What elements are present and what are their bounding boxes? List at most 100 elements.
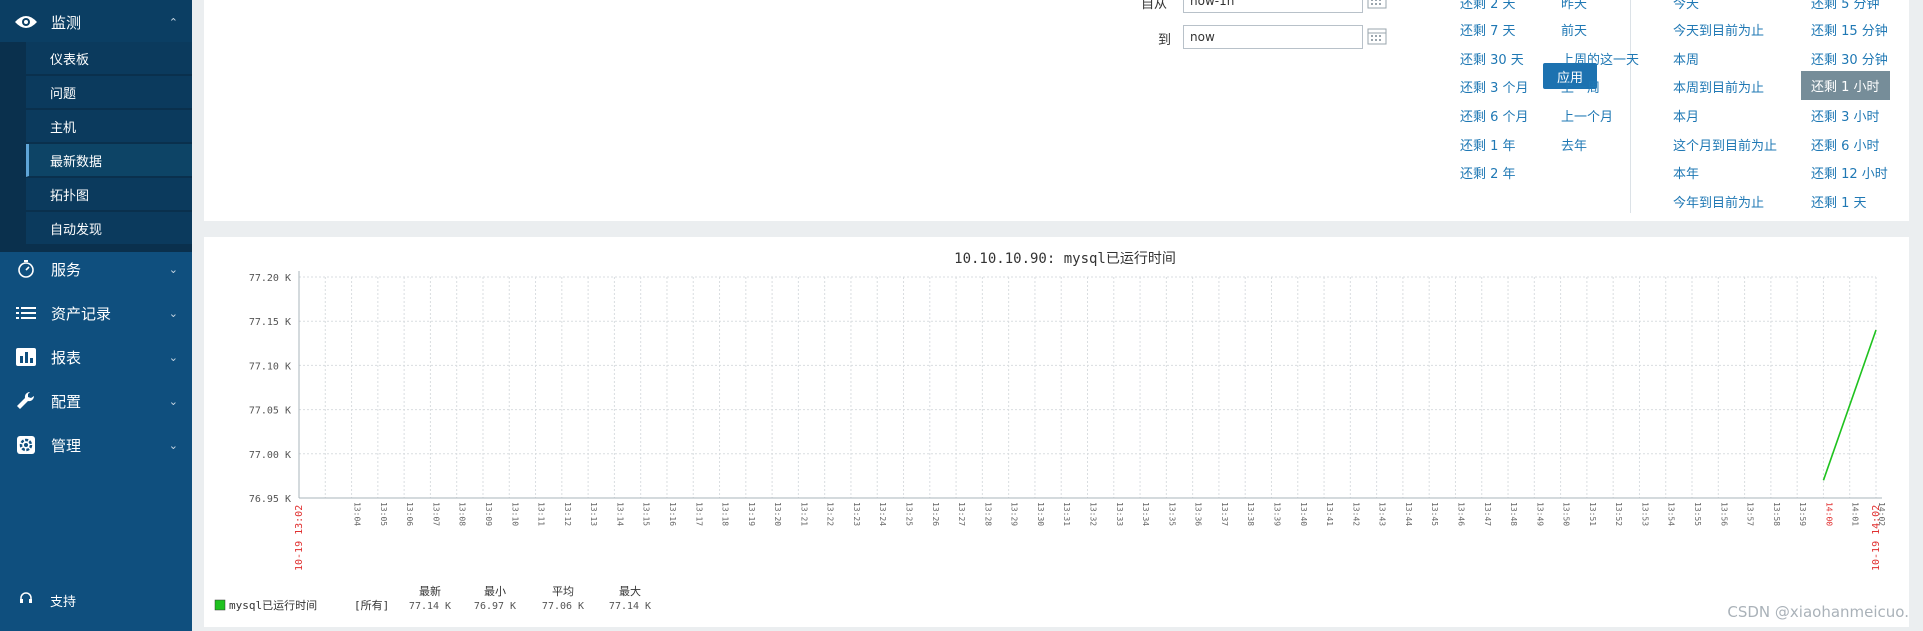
- sidebar: 监测 ⌃ 仪表板 问题 主机 最新数据 拓扑图 自动发现 服务 ⌄ 资产记录 ⌄…: [0, 0, 192, 631]
- nav-inventory-label: 资产记录: [51, 304, 112, 323]
- sidebar-item-problems[interactable]: 问题: [26, 76, 192, 109]
- quick-range-link[interactable]: 上周的这一天: [1561, 49, 1639, 68]
- nav-reports-label: 报表: [51, 348, 82, 367]
- uptime-chart: 10.10.10.90: mysql已运行时间 77.20 K 77.15 K 77…: [214, 251, 1886, 612]
- nav-monitoring[interactable]: 监测 ⌃: [0, 0, 192, 44]
- sidebar-item-label: 自动发现: [50, 222, 103, 238]
- x-tick-label: 13:15: [642, 502, 651, 526]
- quick-range-link[interactable]: 还剩 15 分钟: [1811, 20, 1888, 39]
- calendar-icon[interactable]: [1367, 27, 1387, 45]
- quick-range-link[interactable]: 本年: [1673, 163, 1699, 182]
- legend-header: 平均: [552, 585, 574, 598]
- x-tick-label: 13:18: [721, 502, 730, 526]
- x-tick-label: 13:20: [773, 502, 782, 526]
- quick-range-link[interactable]: 还剩 5 分钟: [1811, 0, 1880, 12]
- chevron-down-icon: ⌄: [168, 350, 178, 364]
- x-tick-label: 13:52: [1614, 502, 1623, 526]
- x-tick-label: 13:45: [1430, 502, 1439, 526]
- quick-range-link[interactable]: 上一周: [1561, 77, 1600, 96]
- quick-range-link[interactable]: 今天到目前为止: [1673, 20, 1764, 39]
- quick-range-link[interactable]: 还剩 30 分钟: [1811, 49, 1888, 68]
- x-tick-label: 13:27: [957, 502, 966, 526]
- quick-range-link[interactable]: 还剩 12 小时: [1811, 163, 1888, 182]
- quick-range-link[interactable]: 本周: [1673, 49, 1699, 68]
- nav-configuration[interactable]: 配置 ⌄: [0, 379, 192, 423]
- x-tick-label: 13:57: [1746, 502, 1755, 526]
- nav-administration[interactable]: 管理 ⌄: [0, 423, 192, 467]
- sidebar-item-hosts[interactable]: 主机: [26, 110, 192, 143]
- to-label: 到: [1158, 33, 1172, 48]
- quick-range-link[interactable]: 还剩 7 天: [1460, 20, 1516, 39]
- x-tick-label: 13:13: [589, 502, 598, 526]
- x-tick-label: 13:35: [1167, 502, 1176, 526]
- chevron-down-icon: ⌄: [168, 394, 178, 408]
- quick-range-link[interactable]: 还剩 2 年: [1460, 163, 1516, 182]
- x-tick-label: 13:55: [1693, 502, 1702, 526]
- sidebar-item-label: 问题: [50, 86, 77, 102]
- nav-administration-label: 管理: [51, 436, 82, 455]
- calendar-icon[interactable]: [1367, 0, 1387, 9]
- x-tick-label: 13:40: [1299, 502, 1308, 526]
- y-tick-label: 77.20 K: [249, 273, 291, 284]
- legend-value: 77.06 K: [542, 601, 584, 612]
- legend-value: 77.14 K: [609, 601, 651, 612]
- legend-header: 最大: [619, 584, 641, 598]
- monitoring-submenu: 仪表板 问题 主机 最新数据 拓扑图 自动发现: [0, 42, 192, 252]
- chevron-down-icon: ⌄: [168, 306, 178, 320]
- nav-inventory[interactable]: 资产记录 ⌄: [0, 291, 192, 335]
- quick-range-link[interactable]: 去年: [1561, 135, 1587, 154]
- sidebar-item-label: 最新数据: [50, 154, 103, 170]
- quick-range-link[interactable]: 今年到目前为止: [1673, 192, 1764, 211]
- eye-icon: [13, 9, 39, 35]
- sidebar-item-latest-data[interactable]: 最新数据: [26, 144, 192, 177]
- quick-range-link[interactable]: 本月: [1673, 106, 1699, 125]
- quick-range-link[interactable]: 还剩 3 小时: [1811, 106, 1880, 125]
- quick-range-link[interactable]: 还剩 3 个月: [1460, 77, 1529, 96]
- graph-panel: 10.10.10.90: mysql已运行时间 77.20 K 77.15 K 77…: [204, 237, 1909, 627]
- x-tick-label: 13:43: [1378, 502, 1387, 526]
- x-tick-label: 13:44: [1404, 502, 1413, 526]
- x-tick-label: 13:50: [1562, 502, 1571, 526]
- quick-range-link[interactable]: 本周到目前为止: [1673, 77, 1764, 96]
- nav-reports[interactable]: 报表 ⌄: [0, 335, 192, 379]
- quick-range-link[interactable]: 前天: [1561, 20, 1587, 39]
- quick-range-link[interactable]: 还剩 6 个月: [1460, 106, 1529, 125]
- nav-configuration-label: 配置: [51, 392, 82, 411]
- to-input[interactable]: now: [1183, 25, 1363, 49]
- quick-range-link[interactable]: 还剩 2 天: [1460, 0, 1516, 12]
- nav-services[interactable]: 服务 ⌄: [0, 247, 192, 291]
- from-label: 自从: [1141, 0, 1168, 12]
- sidebar-item-label: 主机: [50, 120, 77, 136]
- quick-range-link[interactable]: 还剩 6 小时: [1811, 135, 1880, 154]
- x-tick-label: 13:54: [1667, 502, 1676, 526]
- quick-range-link[interactable]: 还剩 1 年: [1460, 135, 1516, 154]
- y-tick-label: 77.15 K: [249, 317, 291, 328]
- y-tick-label: 77.05 K: [249, 406, 291, 417]
- x-tick-label: 13:59: [1798, 502, 1807, 526]
- quick-range-link[interactable]: 昨天: [1561, 0, 1587, 12]
- support-link[interactable]: 支持: [0, 582, 192, 618]
- quick-range-link-selected[interactable]: 还剩 1 小时: [1801, 71, 1890, 100]
- wrench-icon: [13, 388, 39, 414]
- x-tick-label: 13:49: [1535, 502, 1544, 526]
- x-tick-label: 13:12: [563, 502, 572, 526]
- x-tick-label: 13:41: [1325, 502, 1334, 526]
- y-tick-label: 76.95 K: [249, 494, 291, 505]
- quick-range-link[interactable]: 这个月到目前为止: [1673, 135, 1777, 154]
- divider: [1630, 0, 1631, 213]
- sidebar-item-discovery[interactable]: 自动发现: [26, 212, 192, 245]
- chart-title: 10.10.10.90: mysql已运行时间: [954, 251, 1176, 267]
- sidebar-item-label: 仪表板: [50, 52, 90, 68]
- from-input[interactable]: now-1h: [1183, 0, 1363, 13]
- x-tick-label: 13:53: [1640, 502, 1649, 526]
- x-tick-label: 13:21: [799, 502, 808, 526]
- x-end-label: 10-19 14:02: [1871, 505, 1882, 571]
- quick-range-link[interactable]: 还剩 1 天: [1811, 192, 1867, 211]
- x-tick-label: 13:38: [1246, 502, 1255, 526]
- quick-range-link[interactable]: 还剩 30 天: [1460, 49, 1524, 68]
- legend-value: 77.14 K: [409, 601, 451, 612]
- sidebar-item-dashboard[interactable]: 仪表板: [26, 42, 192, 75]
- quick-range-link[interactable]: 上一个月: [1561, 106, 1613, 125]
- quick-range-link[interactable]: 今天: [1673, 0, 1699, 12]
- sidebar-item-maps[interactable]: 拓扑图: [26, 178, 192, 211]
